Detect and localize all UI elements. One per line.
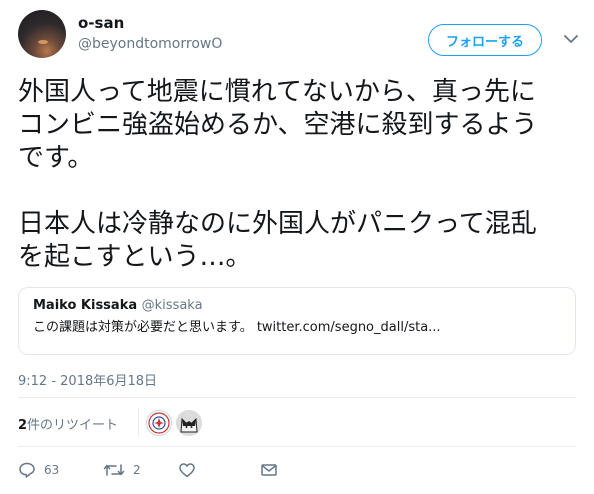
divider-bottom [18, 446, 576, 447]
quote-text: この課題は対策が必要だと思います。 twitter.com/segno_dall… [33, 320, 441, 335]
retweet-count-link[interactable]: 2件のリツイート [18, 414, 118, 433]
retweet-count-label: 件のリツイート [27, 418, 119, 433]
retweeter-avatar-2[interactable] [176, 410, 202, 436]
envelope-icon [261, 464, 277, 476]
author-handle[interactable]: @beyondtomorrowO [78, 36, 222, 52]
reply-button[interactable]: 63 [18, 460, 59, 480]
retweet-separator [138, 408, 139, 436]
cat-icon [176, 410, 202, 436]
reply-icon [19, 462, 35, 478]
retweet-icon [103, 464, 125, 476]
quote-author-handle: @kissaka [141, 298, 203, 313]
divider-top [18, 397, 576, 398]
quoted-tweet[interactable]: Maiko Kissaka @kissaka この課題は対策が必要だと思います。… [18, 287, 576, 355]
retweeter-avatar-1[interactable] [146, 410, 172, 436]
like-button[interactable] [178, 460, 196, 480]
tweet-timestamp[interactable]: 9:12 - 2018年6月18日 [18, 370, 157, 389]
emblem-icon [148, 412, 170, 434]
follow-button[interactable]: フォローする [428, 24, 542, 56]
retweet-button[interactable]: 2 [103, 460, 141, 480]
quote-author-name: Maiko Kissaka [33, 298, 138, 313]
sunset-icon [38, 40, 48, 44]
retweet-count-number: 2 [18, 418, 28, 433]
more-options-button[interactable] [560, 28, 582, 50]
heart-icon [179, 463, 195, 478]
chevron-down-icon [564, 34, 578, 43]
tweet-text: 外国人って地震に慣れてないから、真っ先に コンビニ強盗始めるか、空港に殺到するよ… [18, 77, 538, 272]
quote-author: Maiko Kissaka @kissaka [33, 297, 561, 315]
retweet-action-count: 2 [133, 463, 141, 477]
message-button[interactable] [260, 460, 278, 480]
author-display-name[interactable]: o-san [78, 14, 124, 32]
author-avatar[interactable] [18, 10, 66, 58]
reply-count: 63 [44, 463, 60, 477]
